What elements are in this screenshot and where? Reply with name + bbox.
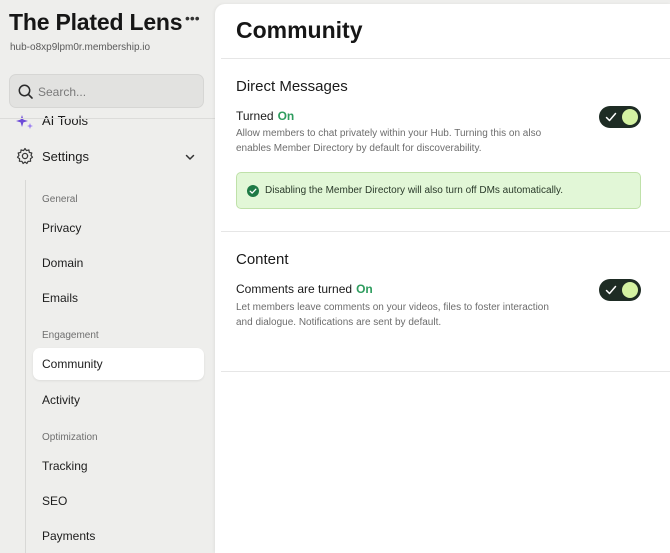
comments-setting-label: Comments are turned On [236,282,373,296]
sidebar-item-seo[interactable]: SEO [33,485,204,517]
sidebar-item-ai-tools[interactable]: AI Tools [16,114,88,130]
hub-title: The Plated Lens [9,9,183,35]
check-circle-icon [247,185,259,197]
section-title-content: Content [236,251,289,268]
group-label-optimization: Optimization [42,432,98,443]
comments-setting-text: Comments are turned [236,282,353,296]
section-divider [221,231,670,232]
group-label-engagement: Engagement [42,330,99,341]
sidebar-item-settings[interactable]: Settings [16,147,196,165]
toggle-knob [622,109,638,125]
sidebar-divider [0,118,215,119]
comments-toggle[interactable] [599,279,641,301]
group-label-general: General [42,194,78,205]
sidebar-item-label: Settings [42,148,89,164]
dm-notice: Disabling the Member Directory will also… [236,172,641,209]
comments-description: Let members leave comments on your video… [236,302,549,328]
dm-toggle[interactable] [599,106,641,128]
toggle-knob [622,282,638,298]
sidebar: The Plated Lens ••• hub-o8xp9lpm0r.membe… [0,0,215,553]
gear-icon [16,147,34,165]
chevron-down-icon[interactable] [184,151,196,163]
header-divider [221,58,670,59]
section-title-direct-messages: Direct Messages [236,78,348,95]
dm-status: On [277,109,295,123]
sidebar-item-domain[interactable]: Domain [33,247,204,279]
sidebar-item-privacy[interactable]: Privacy [33,212,204,244]
search-input[interactable] [38,81,198,103]
hub-url: hub-o8xp9lpm0r.membership.io [10,42,151,53]
sidebar-item-community[interactable]: Community [33,348,204,380]
sidebar-item-label: AI Tools [42,114,89,128]
search-icon [18,84,33,99]
comments-status: On [356,282,373,296]
sidebar-item-payments[interactable]: Payments [33,520,204,552]
sidebar-item-activity[interactable]: Activity [33,384,204,416]
settings-panel: Community Direct Messages Turned On Allow… [215,4,670,553]
sparkle-icon [16,115,33,129]
sidebar-item-tracking[interactable]: Tracking [33,450,204,482]
check-icon [605,112,617,122]
dm-setting-text: Turned [236,109,274,123]
more-dots-icon[interactable]: ••• [185,8,200,28]
dm-setting-label: Turned On [236,109,294,123]
notice-text: Disabling the Member Directory will also… [265,185,564,196]
page-title: Community [236,17,363,43]
search-box[interactable] [9,74,204,108]
settings-tree-line [25,180,26,553]
sidebar-item-emails[interactable]: Emails [33,282,204,314]
section-divider [221,371,670,372]
check-icon [605,285,617,295]
dm-description: Allow members to chat privately within y… [236,128,542,154]
